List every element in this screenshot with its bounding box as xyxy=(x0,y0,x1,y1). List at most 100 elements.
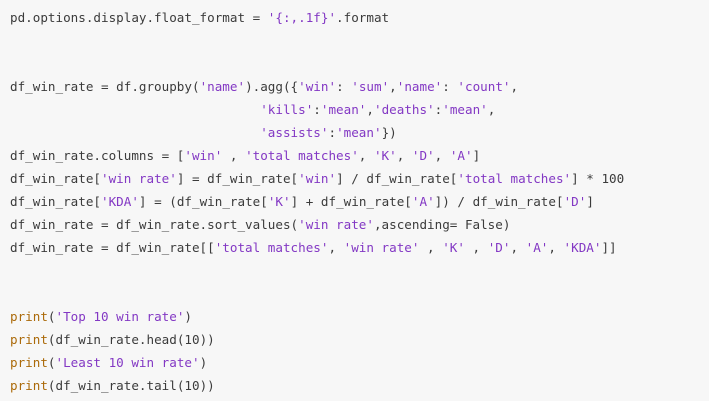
code-token: , xyxy=(510,79,519,94)
code-line: 'kills':'mean','deaths':'mean', xyxy=(10,98,709,121)
string-literal: 'assists' xyxy=(260,125,329,140)
string-literal: 'KDA' xyxy=(563,240,602,255)
code-line: df_win_rate.columns = ['win' , 'total ma… xyxy=(10,144,709,167)
code-token: ] = df_win_rate[ xyxy=(176,171,299,186)
string-literal: 'D' xyxy=(563,194,587,209)
code-token: df_win_rate[ xyxy=(10,171,101,186)
string-literal: 'mean' xyxy=(336,125,382,140)
code-token: , xyxy=(548,240,564,255)
code-line: print(df_win_rate.head(10)) xyxy=(10,328,709,351)
string-literal: 'mean' xyxy=(320,102,367,117)
code-token: : xyxy=(313,102,321,117)
code-line: print(df_win_rate.tail(10)) xyxy=(10,374,709,397)
string-literal: 'win rate' xyxy=(101,171,177,186)
string-literal: 'D' xyxy=(411,148,435,163)
string-literal: 'win rate' xyxy=(343,240,420,255)
code-line: ​ xyxy=(10,259,709,282)
code-token: }) xyxy=(381,125,397,140)
string-literal: 'mean' xyxy=(442,102,488,117)
code-token: ] = (df_win_rate[ xyxy=(138,194,268,209)
string-literal: 'total matches' xyxy=(214,240,329,255)
string-literal: 'win' xyxy=(184,148,223,163)
code-token: df_win_rate = df.groupby( xyxy=(10,79,200,94)
string-literal: 'K' xyxy=(442,240,465,255)
code-line: df_win_rate['win rate'] = df_win_rate['w… xyxy=(10,167,709,190)
code-token: ) xyxy=(199,355,208,370)
code-token: .format xyxy=(336,10,390,25)
code-token: ).agg({ xyxy=(245,79,299,94)
code-token: ]] xyxy=(601,240,617,255)
string-literal: 'A' xyxy=(411,194,435,209)
string-literal: 'Least 10 win rate' xyxy=(55,355,200,370)
code-token: (df_win_rate.head(10)) xyxy=(47,332,215,347)
code-line: 'assists':'mean'}) xyxy=(10,121,709,144)
string-literal: 'K' xyxy=(267,194,291,209)
code-lines: pd.options.display.float_format = '{:,.1… xyxy=(10,6,709,397)
code-token: , xyxy=(434,148,450,163)
code-token: , xyxy=(510,240,526,255)
string-literal: 'Top 10 win rate' xyxy=(55,309,185,324)
function-name: print xyxy=(10,355,48,370)
code-token: (df_win_rate.tail(10)) xyxy=(47,378,215,393)
code-token: ] / df_win_rate[ xyxy=(336,171,458,186)
code-token: ( xyxy=(47,355,56,370)
code-line: ​ xyxy=(10,52,709,75)
string-literal: 'sum' xyxy=(351,79,390,94)
string-literal: 'name' xyxy=(396,79,443,94)
string-literal: 'name' xyxy=(199,79,246,94)
code-token: , xyxy=(358,148,374,163)
string-literal: 'K' xyxy=(373,148,397,163)
string-literal: 'win' xyxy=(298,79,337,94)
string-literal: 'win rate' xyxy=(298,217,374,232)
code-line: ​ xyxy=(10,29,709,52)
function-name: print xyxy=(10,378,48,393)
string-literal: 'kills' xyxy=(260,102,314,117)
string-literal: 'win' xyxy=(298,171,337,186)
code-token: ]) / df_win_rate[ xyxy=(434,194,564,209)
function-name: print xyxy=(10,309,48,324)
code-token: , xyxy=(487,102,496,117)
code-token: , xyxy=(396,148,412,163)
code-line: df_win_rate = df.groupby('name').agg({'w… xyxy=(10,75,709,98)
code-line: print('Least 10 win rate') xyxy=(10,351,709,374)
string-literal: 'total matches' xyxy=(245,148,359,163)
code-token: df_win_rate.columns = [ xyxy=(10,148,185,163)
code-line: df_win_rate['KDA'] = (df_win_rate['K'] +… xyxy=(10,190,709,213)
code-token: : xyxy=(442,79,458,94)
code-token: df_win_rate = df_win_rate.sort_values( xyxy=(10,217,299,232)
string-literal: 'deaths' xyxy=(373,102,435,117)
string-literal: 'A' xyxy=(449,148,473,163)
code-token: ,ascending= False) xyxy=(373,217,511,232)
code-line: print('Top 10 win rate') xyxy=(10,305,709,328)
code-token: , xyxy=(222,148,246,163)
code-token: ] xyxy=(586,194,594,209)
string-literal: 'total matches' xyxy=(457,171,572,186)
string-literal: 'A' xyxy=(525,240,549,255)
string-literal: 'KDA' xyxy=(101,194,139,209)
code-token: ] * 100 xyxy=(571,171,625,186)
code-token: pd.options.display.float_format = xyxy=(10,10,268,25)
code-block: pd.options.display.float_format = '{:,.1… xyxy=(0,0,709,401)
code-token: , xyxy=(389,79,397,94)
code-token: : xyxy=(336,79,352,94)
code-token: , xyxy=(419,240,443,255)
code-line: ​ xyxy=(10,282,709,305)
string-literal: 'count' xyxy=(457,79,511,94)
code-line: df_win_rate = df_win_rate[['total matche… xyxy=(10,236,709,259)
code-token: df_win_rate = df_win_rate[[ xyxy=(10,240,215,255)
code-token: : xyxy=(328,125,337,140)
code-token: , xyxy=(464,240,488,255)
code-line: df_win_rate = df_win_rate.sort_values('w… xyxy=(10,213,709,236)
code-token: ( xyxy=(47,309,56,324)
code-line: pd.options.display.float_format = '{:,.1… xyxy=(10,6,709,29)
code-token: ) xyxy=(184,309,193,324)
code-token: df_win_rate[ xyxy=(10,194,101,209)
string-literal: 'D' xyxy=(487,240,511,255)
string-literal: '{:,.1f}' xyxy=(267,10,337,25)
code-token: ] xyxy=(472,148,481,163)
code-token: , xyxy=(366,102,374,117)
code-token: , xyxy=(328,240,344,255)
function-name: print xyxy=(10,332,48,347)
